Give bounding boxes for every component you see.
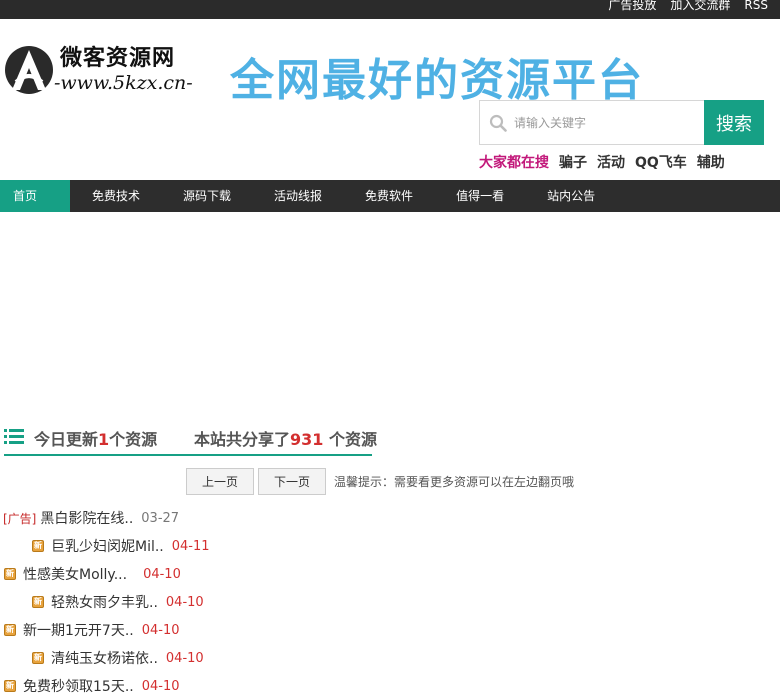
nav-item-worth-seeing[interactable]: 值得一看 [456, 180, 504, 212]
list-item-date: 04-10 [165, 650, 204, 666]
list-item-date: 04-10 [141, 622, 180, 638]
list-item[interactable]: 新 巨乳少妇闵妮Mil.. 04-11 [0, 532, 400, 560]
hot-search-item[interactable]: QQ飞车 [635, 152, 687, 172]
site-logo[interactable]: 微客资源网 -www.5kzx.cn- [0, 38, 200, 100]
list-item[interactable]: 新 免费秒领取15天.. 04-10 [0, 672, 400, 700]
total-shared: 本站共分享了931 个资源 [194, 426, 377, 450]
total-suffix: 个资源 [323, 430, 377, 449]
search-icon [489, 114, 507, 132]
prev-page-button[interactable]: 上一页 [186, 468, 254, 495]
hot-search-item[interactable]: 活动 [597, 152, 625, 172]
ad-placement-link[interactable]: 广告投放 [608, 0, 656, 11]
search-button[interactable]: 搜索 [704, 100, 764, 145]
total-count: 931 [290, 430, 324, 449]
search-box [479, 100, 705, 145]
top-bar: 广告投放 加入交流群 RSS [0, 0, 780, 19]
hot-search-item[interactable]: 骗子 [559, 152, 587, 172]
list-item-title[interactable]: 轻熟女雨夕丰乳.. [51, 592, 158, 612]
new-badge-icon: 新 [32, 540, 44, 552]
list-item[interactable]: 新 性感美女Molly... 04-10 [0, 560, 400, 588]
today-count: 1 [98, 430, 110, 449]
list-item[interactable]: [广告] 黑白影院在线.. 03-27 [0, 504, 400, 532]
total-prefix: 本站共分享了 [194, 430, 291, 449]
list-item-title[interactable]: 巨乳少妇闵妮Mil.. [51, 536, 164, 556]
list-item-title[interactable]: 黑白影院在线.. [40, 508, 133, 528]
list-item-title[interactable]: 性感美女Molly... [23, 564, 127, 584]
new-badge-icon: 新 [32, 596, 44, 608]
list-item-date: 03-27 [141, 510, 180, 526]
list-item-title[interactable]: 新一期1元开7天.. [23, 620, 134, 640]
pager-tip: 温馨提示：需要看更多资源可以在左边翻页哦 [334, 475, 575, 489]
new-badge-icon: 新 [4, 680, 16, 692]
logo-name: 微客资源网 [60, 46, 176, 71]
ad-tag: [广告] [3, 511, 37, 526]
list-item-date: 04-10 [141, 678, 180, 694]
stats-bar: 今日更新1个资源 本站共分享了931 个资源 [4, 424, 377, 456]
main-nav: 首页 免费技术 源码下载 活动线报 免费软件 值得一看 站内公告 [0, 180, 780, 212]
nav-item-activity[interactable]: 活动线报 [274, 180, 322, 212]
list-item-date: 04-10 [143, 566, 181, 582]
hot-searches: 大家都在搜 骗子 活动 QQ飞车 辅助 [479, 152, 725, 172]
list-item[interactable]: 新 清纯玉女杨诺依.. 04-10 [0, 644, 400, 672]
list-icon [4, 429, 24, 444]
list-item[interactable]: 新 新一期1元开7天.. 04-10 [0, 616, 400, 644]
rss-link[interactable]: RSS [744, 0, 768, 11]
list-item-title[interactable]: 清纯玉女杨诺依.. [51, 648, 158, 668]
top-links: 广告投放 加入交流群 RSS [608, 0, 768, 11]
logo-url: -www.5kzx.cn- [54, 72, 193, 94]
list-item[interactable]: 新 轻熟女雨夕丰乳.. 04-10 [0, 588, 400, 616]
today-updates: 今日更新1个资源 [34, 426, 157, 450]
next-page-button[interactable]: 下一页 [258, 468, 326, 495]
today-suffix: 个资源 [109, 430, 158, 449]
new-badge-icon: 新 [32, 652, 44, 664]
today-prefix: 今日更新 [34, 430, 99, 449]
logo-icon [5, 46, 53, 94]
new-badge-icon: 新 [4, 624, 16, 636]
hot-searches-title: 大家都在搜 [479, 155, 549, 171]
pager: 上一页 下一页 温馨提示：需要看更多资源可以在左边翻页哦 [186, 468, 574, 495]
nav-item-home[interactable]: 首页 [0, 180, 70, 212]
nav-item-free-tech[interactable]: 免费技术 [92, 180, 140, 212]
new-badge-icon: 新 [4, 568, 16, 580]
nav-item-announcements[interactable]: 站内公告 [547, 180, 595, 212]
list-item-date: 04-10 [165, 594, 204, 610]
nav-item-source-download[interactable]: 源码下载 [183, 180, 231, 212]
nav-item-free-software[interactable]: 免费软件 [365, 180, 413, 212]
search-input[interactable] [514, 101, 702, 144]
hot-search-item[interactable]: 辅助 [697, 152, 725, 172]
list-item-title[interactable]: 免费秒领取15天.. [23, 676, 134, 696]
join-group-link[interactable]: 加入交流群 [670, 0, 730, 11]
list-item-date: 04-11 [171, 538, 210, 554]
site-slogan: 全网最好的资源平台 [230, 55, 644, 106]
resource-list: [广告] 黑白影院在线.. 03-27 新 巨乳少妇闵妮Mil.. 04-11 … [0, 504, 400, 700]
